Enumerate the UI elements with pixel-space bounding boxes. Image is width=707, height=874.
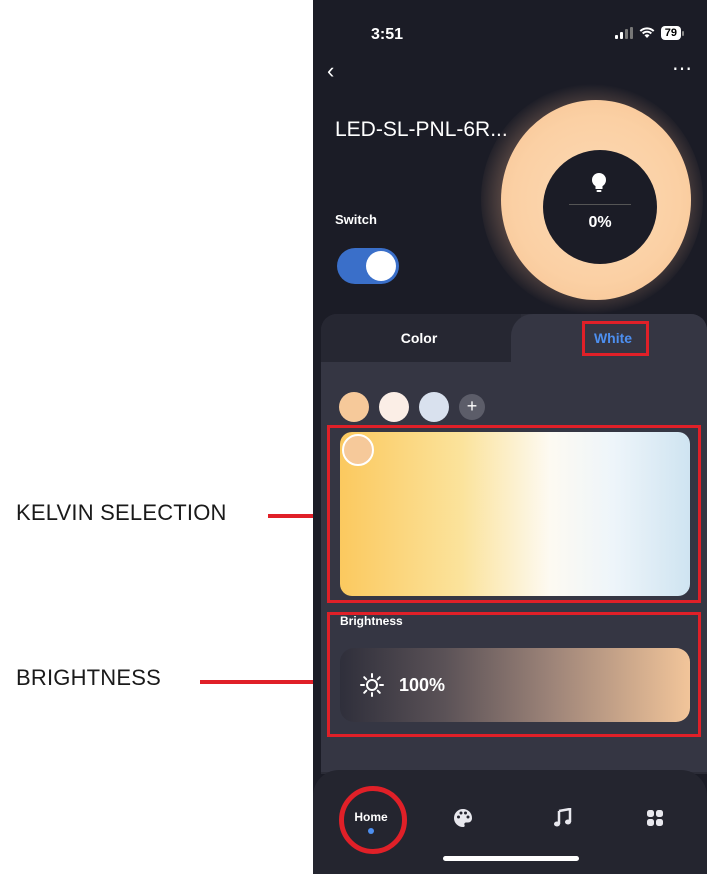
back-button[interactable]: ‹ [327, 58, 334, 84]
wifi-icon [639, 27, 655, 38]
power-percent: 0% [588, 214, 612, 231]
more-options-button[interactable]: ⋯ [672, 56, 693, 81]
bulb-icon [592, 173, 606, 192]
tab-color-label: Color [400, 330, 438, 346]
power-button[interactable]: 0% [543, 150, 657, 264]
apps-icon[interactable] [645, 808, 665, 828]
home-highlight-circle [339, 786, 407, 854]
music-icon[interactable] [553, 808, 573, 828]
device-name: LED-SL-PNL-6R... [335, 118, 508, 141]
divider [569, 204, 631, 205]
battery-icon: 79 [660, 26, 685, 40]
switch-toggle[interactable] [337, 248, 399, 284]
palette-icon[interactable] [453, 808, 473, 828]
home-indicator [443, 856, 579, 861]
preset-swatch-warm[interactable] [339, 392, 369, 422]
status-icons: 79 [614, 26, 685, 40]
status-time: 3:51 [371, 26, 404, 43]
kelvin-highlight [327, 425, 701, 603]
switch-label: Switch [335, 212, 377, 227]
brightness-annotation: BRIGHTNESS [16, 665, 162, 690]
signal-icon [614, 27, 633, 39]
white-tab-highlight [582, 321, 649, 356]
preset-swatch-cool[interactable] [419, 392, 449, 422]
brightness-annotation-line [200, 680, 326, 684]
kelvin-selection-annotation: KELVIN SELECTION [16, 500, 227, 525]
add-preset-button[interactable]: + [459, 394, 485, 420]
toggle-knob [366, 251, 396, 281]
preset-swatch-neutral[interactable] [379, 392, 409, 422]
brightness-highlight [327, 612, 701, 737]
